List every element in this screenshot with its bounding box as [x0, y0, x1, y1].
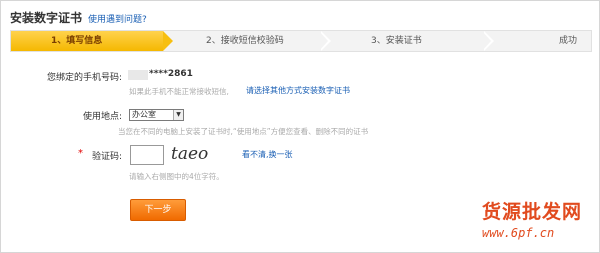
- phone-mask-block: [128, 70, 148, 80]
- step-4: 成功: [501, 31, 591, 51]
- phone-hint: 如果此手机不能正常接收短信,: [129, 87, 229, 96]
- step-3: 3、安装证书: [341, 31, 491, 51]
- captcha-input[interactable]: [130, 145, 164, 165]
- alt-install-link[interactable]: 请选择其他方式安装数字证书: [246, 85, 350, 96]
- location-hint: 当您在不同的电脑上安装了证书时,“使用地点”方便您查看、删除不同的证书: [118, 127, 369, 136]
- step-2-chevron-inner: [319, 31, 328, 51]
- step-1-chevron: [163, 31, 173, 51]
- captcha-hint: 请输入右侧图中的4位字符。: [129, 172, 224, 181]
- page-title: 安装数字证书: [10, 11, 83, 25]
- location-select[interactable]: 办公室 ▼: [129, 109, 184, 121]
- next-step-button[interactable]: 下一步: [130, 199, 186, 221]
- step-3-chevron-inner: [482, 31, 491, 51]
- phone-number: ****2861: [149, 69, 193, 79]
- page-header: 安装数字证书 使用遇到问题?: [10, 9, 147, 27]
- location-selected-value: 办公室: [132, 110, 156, 119]
- refresh-captcha-link[interactable]: 看不清,换一张: [242, 149, 293, 160]
- step-indicator: 1、填写信息 2、接收短信校验码 3、安装证书 成功: [10, 30, 592, 52]
- step-3-label: 3、安装证书: [371, 36, 422, 46]
- watermark-url: www.6pf.cn: [482, 226, 555, 240]
- help-link[interactable]: 使用遇到问题?: [88, 12, 147, 25]
- watermark-text: 货源批发网: [482, 201, 583, 223]
- step-1: 1、填写信息: [11, 31, 163, 51]
- step-1-label: 1、填写信息: [51, 36, 103, 46]
- step-4-label: 成功: [559, 36, 578, 46]
- step-2: 2、接收短信校验码: [181, 31, 331, 51]
- phone-label: 您绑定的手机号码:: [46, 73, 122, 83]
- chevron-down-icon[interactable]: ▼: [173, 110, 183, 120]
- step-2-label: 2、接收短信校验码: [206, 36, 284, 46]
- captcha-image[interactable]: taeo: [170, 142, 208, 164]
- site-watermark: 货源批发网 www.6pf.cn: [482, 197, 594, 249]
- location-label: 使用地点:: [82, 112, 122, 122]
- captcha-text: taeo: [171, 144, 208, 164]
- captcha-label: 验证码:: [91, 152, 122, 162]
